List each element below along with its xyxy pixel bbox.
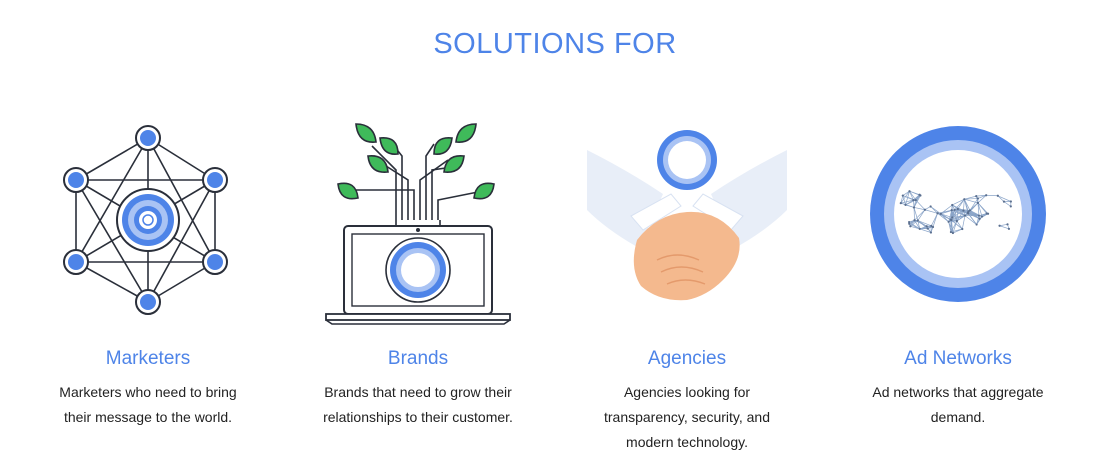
card-description: Ad networks that aggregate demand. bbox=[872, 384, 1044, 425]
handshake-icon bbox=[587, 130, 787, 301]
card-title[interactable]: Marketers bbox=[28, 348, 268, 370]
solution-card-marketers[interactable]: Marketers Marketers who need to bring th… bbox=[28, 110, 268, 450]
solution-card-ad-networks[interactable]: Ad Networks Ad networks that aggregate d… bbox=[838, 110, 1078, 450]
card-description: Brands that need to grow their relations… bbox=[323, 384, 513, 425]
laptop-plant-icon bbox=[325, 123, 511, 325]
card-title[interactable]: Brands bbox=[298, 348, 538, 370]
card-title[interactable]: Agencies bbox=[567, 348, 807, 370]
page-title: SOLUTIONS FOR bbox=[433, 28, 677, 60]
network-ring-icon bbox=[870, 126, 1046, 302]
card-description: Marketers who need to bring their messag… bbox=[59, 384, 237, 425]
card-description: Agencies looking for transparency, secur… bbox=[603, 384, 770, 450]
network-hub-icon bbox=[63, 125, 228, 315]
solution-card-agencies[interactable]: Agencies Agencies looking for transparen… bbox=[567, 110, 807, 450]
card-title[interactable]: Ad Networks bbox=[838, 348, 1078, 370]
solution-card-brands[interactable]: Brands Brands that need to grow their re… bbox=[298, 110, 538, 450]
